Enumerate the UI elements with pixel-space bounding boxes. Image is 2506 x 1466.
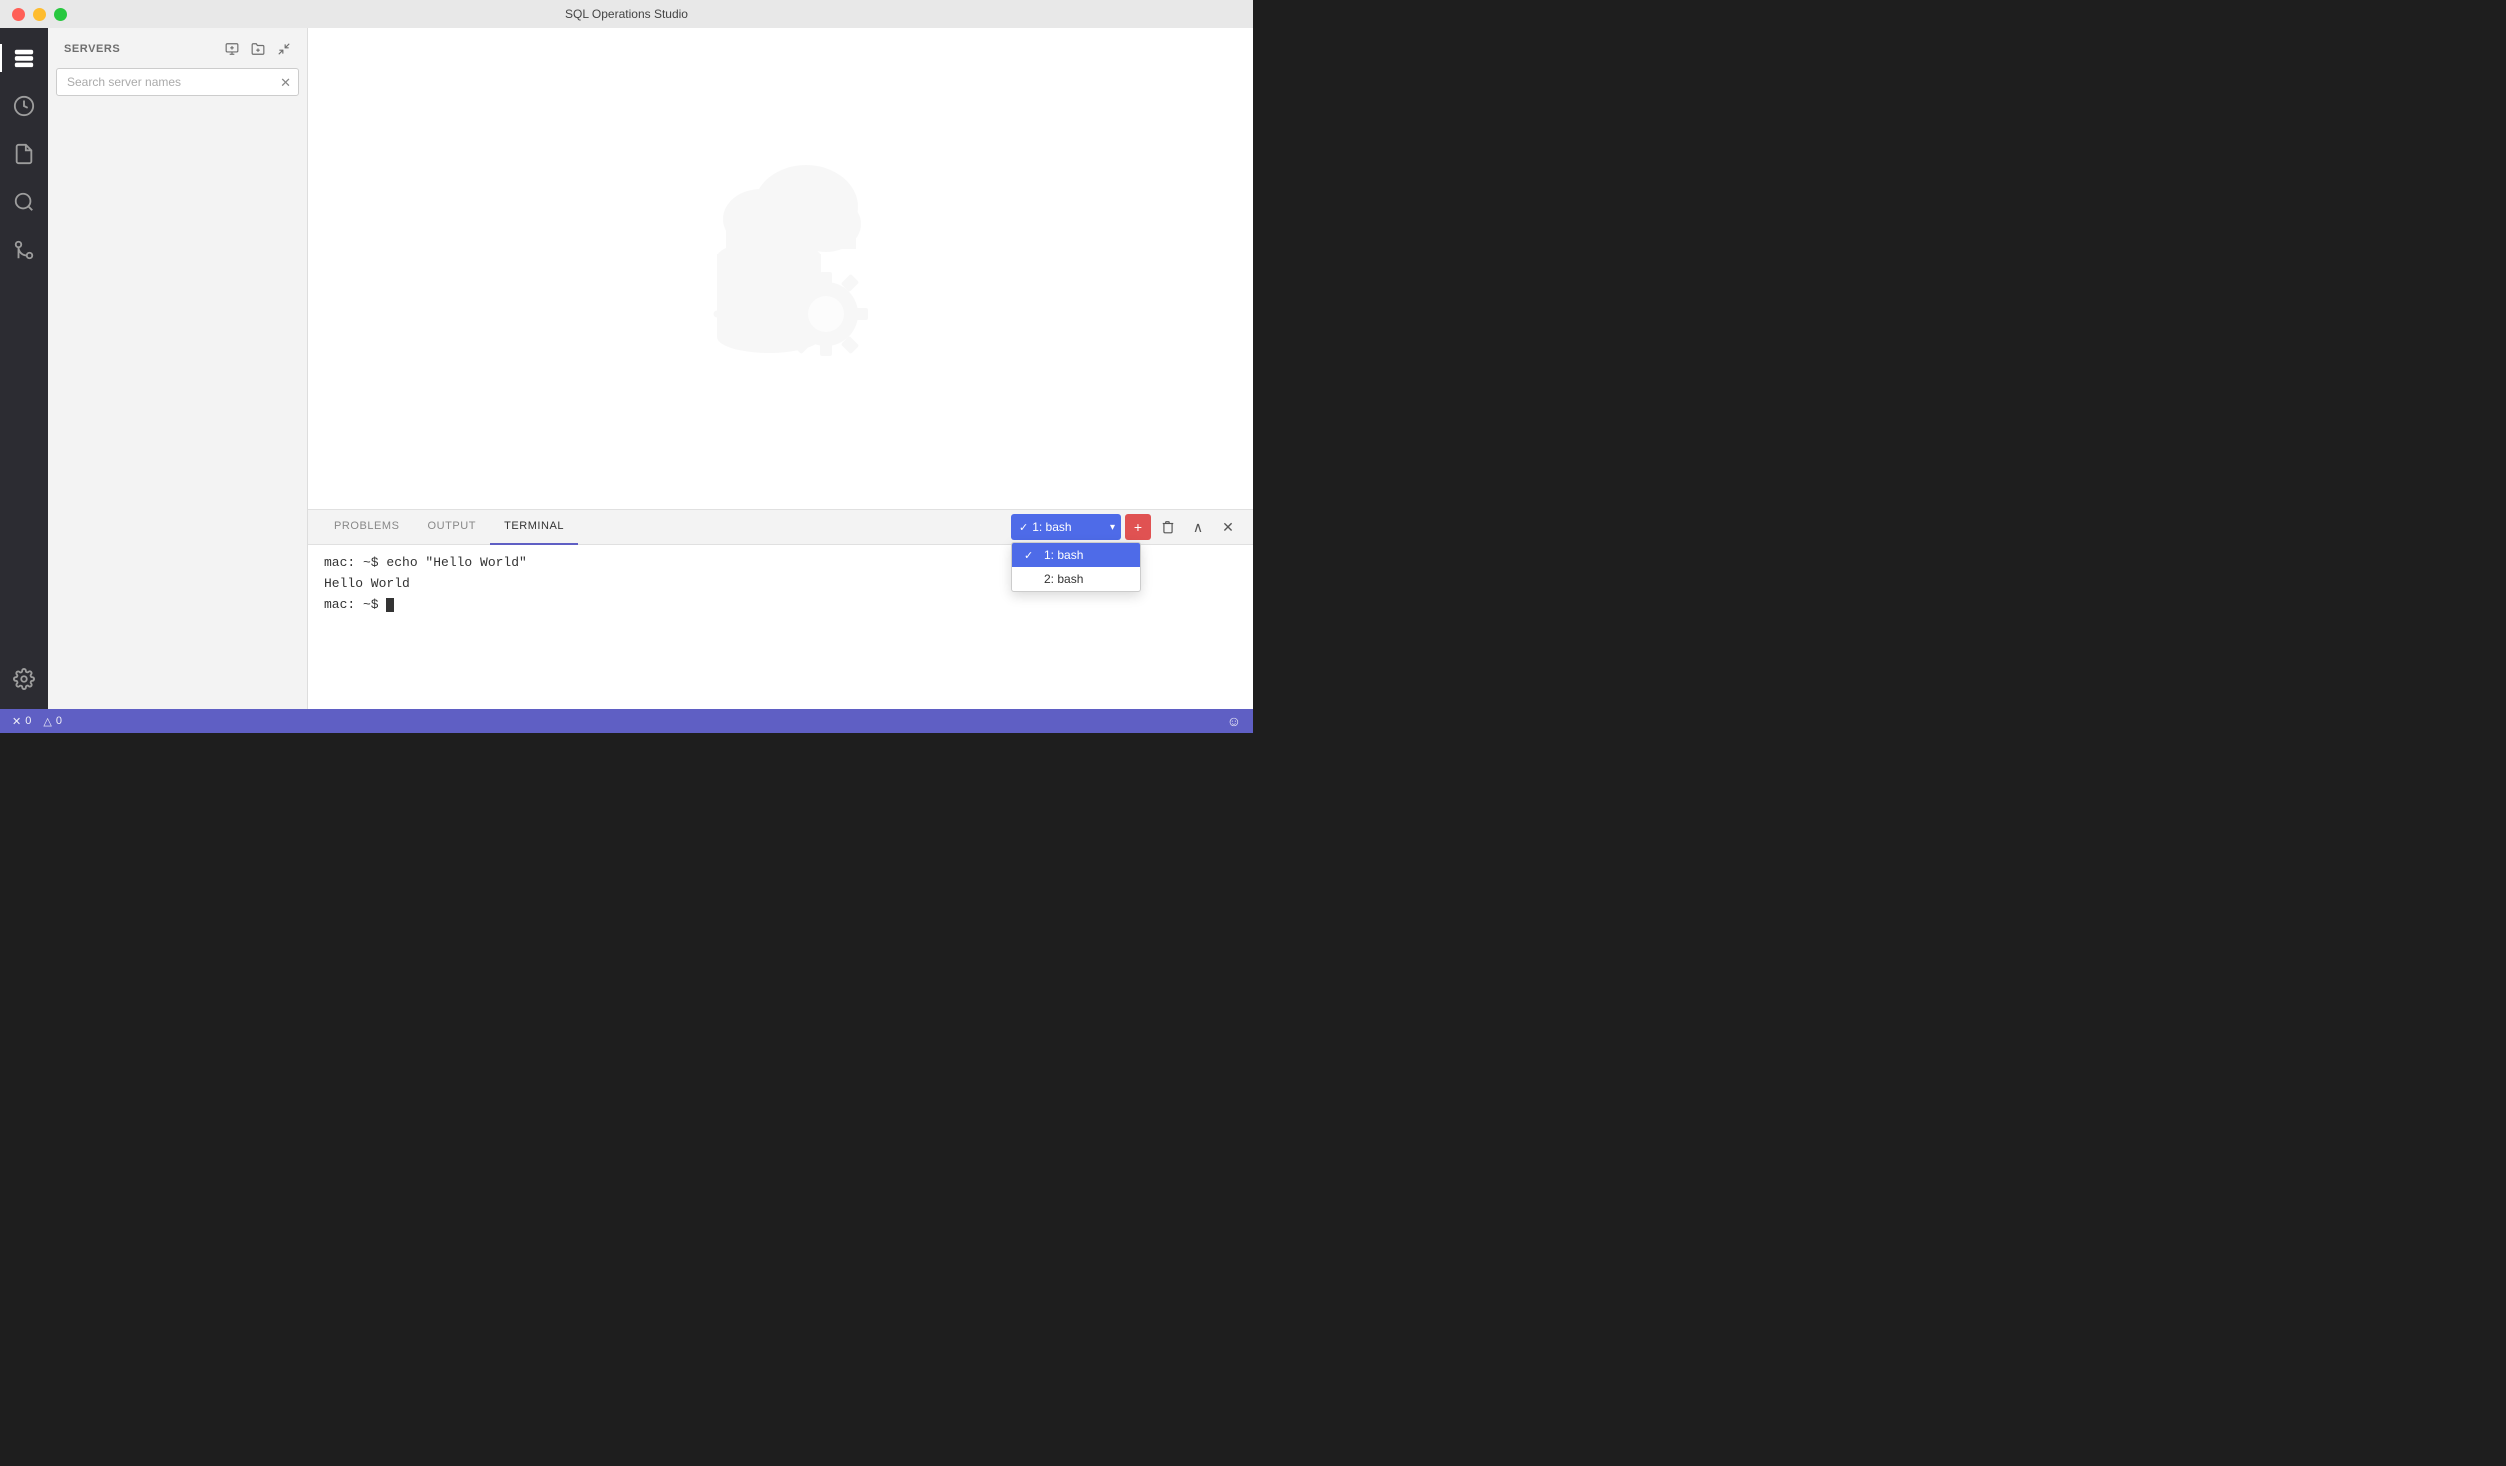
tab-output[interactable]: OUTPUT (414, 510, 491, 545)
tab-terminal[interactable]: TERMINAL (490, 510, 578, 545)
check-icon: ✓ (1024, 549, 1038, 562)
check-mark-icon: ✓ (1019, 521, 1028, 534)
close-button[interactable] (12, 8, 25, 21)
warning-count: 0 (56, 715, 62, 727)
error-count: 0 (25, 715, 31, 727)
activity-bar-bottom (0, 657, 48, 709)
panel-tabs: PROBLEMS OUTPUT TERMINAL ✓ 1: bash ▾ (308, 510, 1253, 545)
error-icon: ✕ (12, 715, 21, 728)
status-right: ☺ (1227, 713, 1241, 729)
tab-problems[interactable]: PROBLEMS (320, 510, 414, 545)
terminal-session-label: 1: bash (1032, 520, 1071, 534)
terminal-dropdown-menu: ✓ 1: bash 2: bash (1011, 542, 1141, 592)
sidebar-item-history[interactable] (0, 84, 48, 128)
terminal-option-2[interactable]: 2: bash (1012, 567, 1140, 591)
activity-bar-top (0, 36, 48, 657)
sidebar-item-servers[interactable] (0, 36, 48, 80)
chevron-up-icon: ∧ (1193, 519, 1203, 536)
search-clear-button[interactable]: ✕ (278, 74, 293, 91)
status-warnings[interactable]: △ 0 (43, 715, 62, 728)
terminal-session-dropdown[interactable]: ✓ 1: bash ▾ ✓ 1: bash 2: bash (1011, 514, 1121, 540)
terminal-line-3: mac: ~$ (324, 595, 1237, 616)
sidebar-item-file[interactable] (0, 132, 48, 176)
new-terminal-button[interactable]: + (1125, 514, 1151, 540)
titlebar: SQL Operations Studio (0, 0, 1253, 28)
close-panel-button[interactable]: ✕ (1215, 514, 1241, 540)
trash-icon (1161, 520, 1175, 534)
add-group-button[interactable] (247, 38, 269, 60)
activity-bar (0, 28, 48, 709)
panel-actions: ✓ 1: bash ▾ ✓ 1: bash 2: bash (1011, 514, 1241, 540)
search-box: ✕ (56, 68, 299, 96)
logo-watermark (651, 139, 911, 399)
status-left: ✕ 0 △ 0 (12, 715, 62, 728)
bottom-panel: PROBLEMS OUTPUT TERMINAL ✓ 1: bash ▾ (308, 509, 1253, 709)
window-title: SQL Operations Studio (565, 7, 688, 21)
sidebar-item-git[interactable] (0, 228, 48, 272)
content-area: PROBLEMS OUTPUT TERMINAL ✓ 1: bash ▾ (308, 28, 1253, 709)
status-bar: ✕ 0 △ 0 ☺ (0, 709, 1253, 733)
status-errors[interactable]: ✕ 0 (12, 715, 31, 728)
plus-icon: + (1134, 519, 1142, 535)
window-controls (12, 8, 67, 21)
warning-icon: △ (43, 715, 51, 728)
collapse-all-button[interactable] (273, 38, 295, 60)
sidebar-title: SERVERS (64, 43, 120, 55)
terminal-session-display[interactable]: ✓ 1: bash ▾ (1011, 514, 1121, 540)
terminal-cursor (386, 598, 394, 612)
main-container: SERVERS (0, 28, 1253, 709)
sidebar-item-search[interactable] (0, 180, 48, 224)
smiley-icon[interactable]: ☺ (1227, 713, 1241, 729)
close-icon: ✕ (1222, 519, 1234, 536)
sidebar-header: SERVERS (48, 28, 307, 68)
sidebar-header-actions (221, 38, 295, 60)
editor-area (308, 28, 1253, 509)
collapse-panel-button[interactable]: ∧ (1185, 514, 1211, 540)
kill-terminal-button[interactable] (1155, 514, 1181, 540)
new-connection-button[interactable] (221, 38, 243, 60)
dropdown-arrow-icon: ▾ (1110, 522, 1115, 533)
maximize-button[interactable] (54, 8, 67, 21)
terminal-option-1[interactable]: ✓ 1: bash (1012, 543, 1140, 567)
search-input[interactable] (56, 68, 299, 96)
sidebar-item-settings[interactable] (0, 657, 48, 701)
minimize-button[interactable] (33, 8, 46, 21)
sidebar: SERVERS (48, 28, 308, 709)
